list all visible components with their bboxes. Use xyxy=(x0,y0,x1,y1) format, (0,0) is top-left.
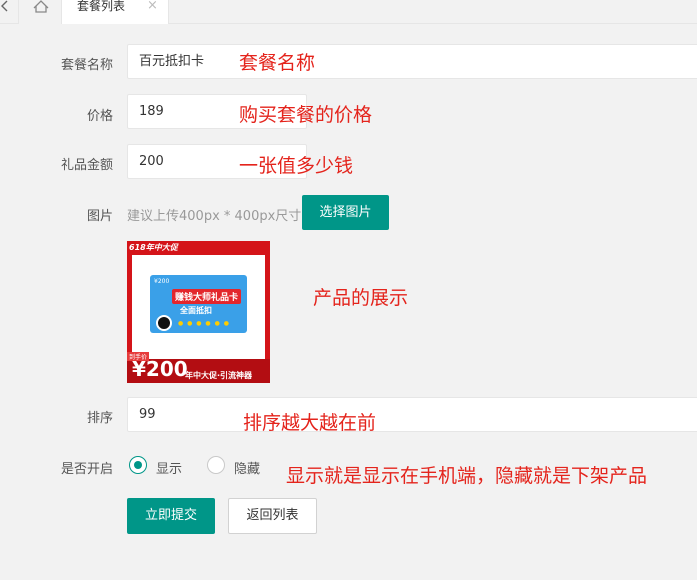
name-annotation: 套餐名称 xyxy=(239,52,316,74)
back-to-list-button[interactable]: 返回列表 xyxy=(228,498,317,534)
name-input[interactable]: 百元抵扣卡 xyxy=(127,44,697,79)
price-annotation: 购买套餐的价格 xyxy=(239,104,373,126)
image-size-hint: 建议上传400px * 400px尺寸 xyxy=(127,209,302,224)
price-label: 价格 xyxy=(86,109,113,124)
radio-show[interactable] xyxy=(129,456,147,474)
name-label: 套餐名称 xyxy=(60,58,113,73)
radio-show-label[interactable]: 显示 xyxy=(156,458,182,477)
tab-home[interactable] xyxy=(18,0,62,24)
tab-package-list[interactable]: 套餐列表 × xyxy=(62,0,169,24)
gift-amount-label: 礼品金额 xyxy=(60,158,113,173)
preview-inner: ¥200 赚钱大师礼品卡 全面抵扣 ● ● ● ● ● ● xyxy=(132,255,265,359)
preview-bottom-text: 年中大促·引流神器 xyxy=(185,371,253,380)
gift-amount-annotation: 一张值多少钱 xyxy=(239,155,354,177)
enabled-annotation: 显示就是显示在手机端，隐藏就是下架产品 xyxy=(286,465,648,487)
preview-top-tag: 618年中大促 xyxy=(129,243,178,252)
radio-hide[interactable] xyxy=(207,456,225,474)
card-small-text: ¥200 xyxy=(154,278,170,285)
sort-input[interactable]: 99 xyxy=(127,397,697,432)
product-image-preview: 618年中大促 ¥200 赚钱大师礼品卡 全面抵扣 ● ● ● ● ● ● 到手… xyxy=(127,241,270,383)
image-annotation: 产品的展示 xyxy=(313,287,409,309)
sort-annotation: 排序越大越在前 xyxy=(243,412,377,434)
chevron-left-icon[interactable] xyxy=(0,0,14,24)
submit-button[interactable]: 立即提交 xyxy=(127,498,215,534)
card-dots: ● ● ● ● ● ● xyxy=(178,320,230,327)
preview-price: ¥200 xyxy=(132,357,188,381)
close-icon[interactable]: × xyxy=(147,0,158,12)
radio-hide-label[interactable]: 隐藏 xyxy=(234,458,260,477)
image-label: 图片 xyxy=(86,209,113,224)
card-subtitle: 全面抵扣 xyxy=(180,306,212,315)
tab-label: 套餐列表 xyxy=(77,0,126,13)
sort-label: 排序 xyxy=(86,411,113,426)
home-icon xyxy=(33,0,49,13)
gift-card-image: ¥200 赚钱大师礼品卡 全面抵扣 ● ● ● ● ● ● xyxy=(150,275,247,333)
choose-image-button[interactable]: 选择图片 xyxy=(302,195,389,230)
enabled-label: 是否开启 xyxy=(60,462,113,477)
card-title: 赚钱大师礼品卡 xyxy=(172,289,242,304)
mascot-icon xyxy=(156,315,172,331)
tab-bar: 套餐列表 × xyxy=(0,0,697,24)
